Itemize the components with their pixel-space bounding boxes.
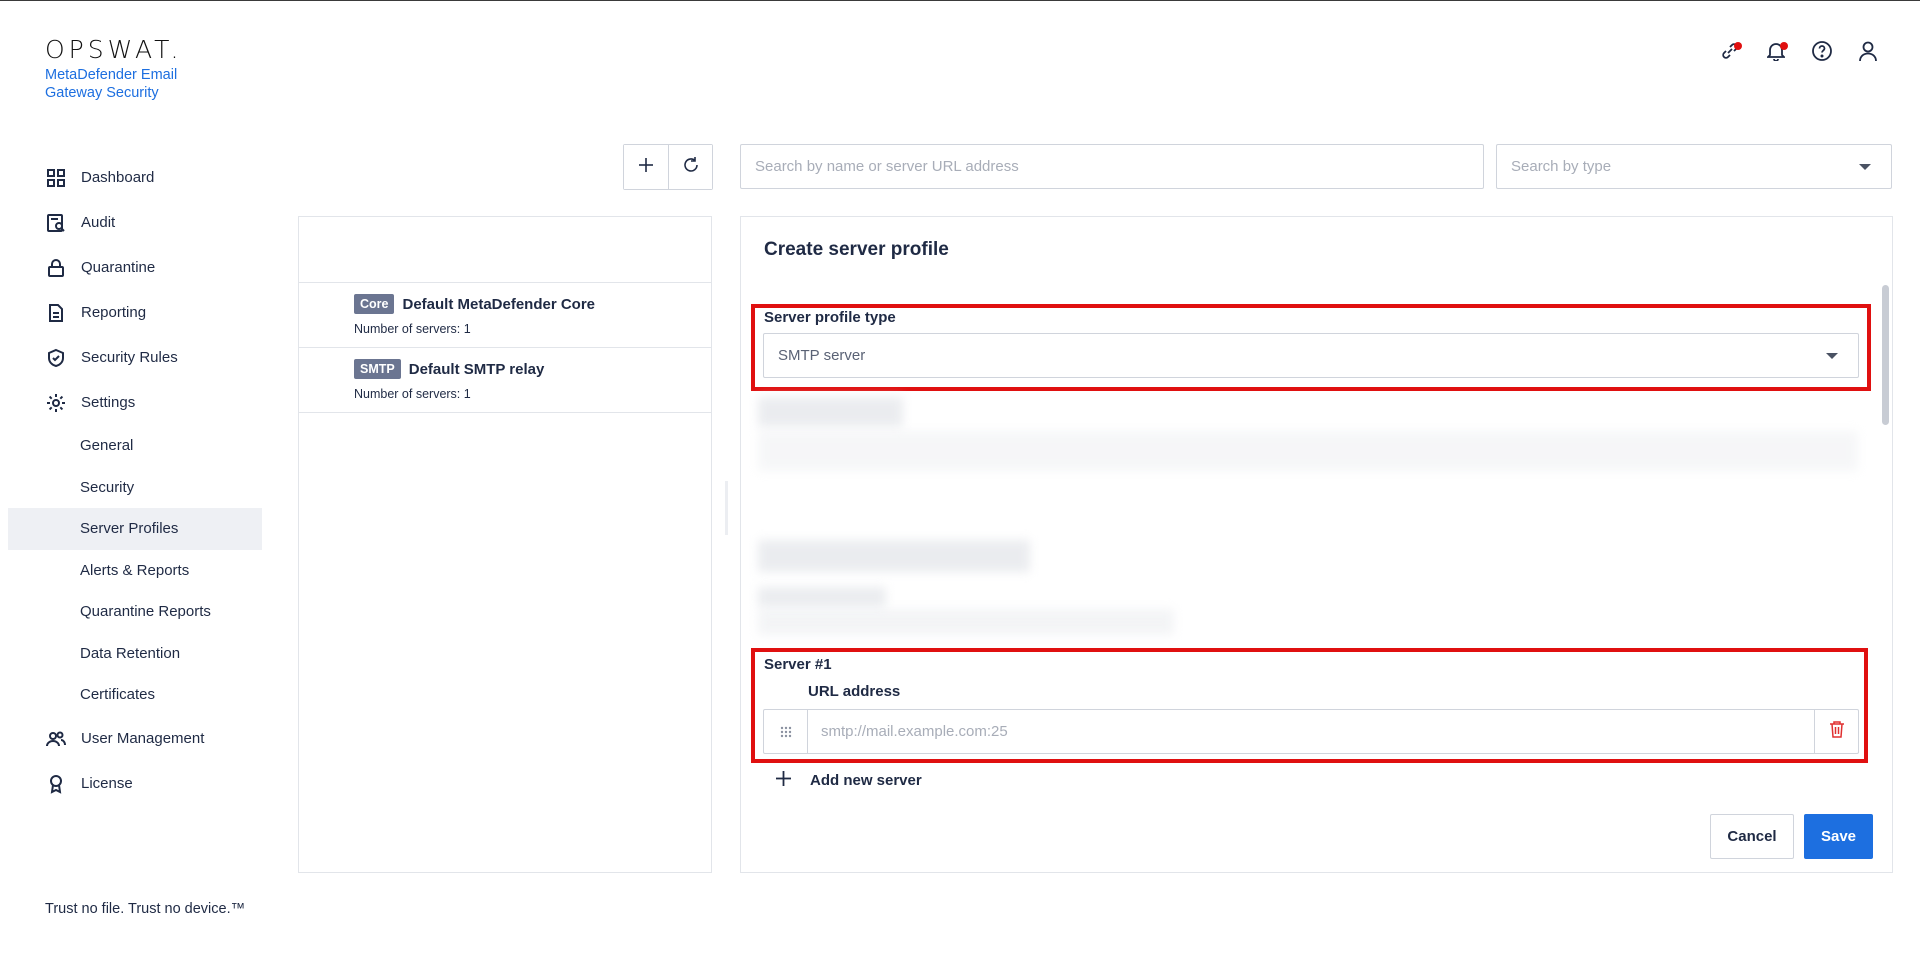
nav-item-settings[interactable]: Settings [8,380,262,425]
type-label: Server profile type [764,309,896,326]
save-button[interactable]: Save [1804,814,1873,859]
audit-icon [46,213,66,233]
nav-item-user-management[interactable]: User Management [8,716,262,761]
sidebar-item-general[interactable]: General [8,425,262,467]
blurred-field [758,609,1174,635]
nav-item-reporting[interactable]: Reporting [8,290,262,335]
notifications-button[interactable] [1764,41,1788,65]
help-button[interactable] [1810,40,1834,67]
sidebar-item-quarantine-reports[interactable]: Quarantine Reports [8,591,262,633]
chevron-down-icon [1859,164,1871,170]
shield-check-icon [46,348,66,368]
blurred-label [758,540,1030,572]
sidebar-item-data-retention[interactable]: Data Retention [8,633,262,675]
sidebar: OPSWAT. MetaDefender Email Gateway Secur… [0,1,270,956]
list-item[interactable]: Core Default MetaDefender Core Number of… [299,283,711,348]
type-badge: SMTP [354,359,401,379]
user-button[interactable] [1856,41,1880,65]
trash-icon [1829,720,1845,743]
url-input[interactable] [808,710,1814,753]
integrations-button[interactable] [1718,41,1742,65]
tagline: Trust no file. Trust no device.™ [45,901,246,917]
nav-item-audit[interactable]: Audit [8,200,262,245]
add-profile-button[interactable] [624,145,668,189]
sidebar-item-security[interactable]: Security [8,467,262,509]
plus-icon [637,156,655,179]
sidebar-item-certificates[interactable]: Certificates [8,674,262,716]
document-icon [46,303,66,323]
chevron-down-icon [1826,353,1838,359]
help-icon [1811,40,1833,67]
refresh-button[interactable] [668,145,712,189]
list-toolbar [623,144,713,190]
blurred-label [758,397,903,427]
profile-name: Default SMTP relay [408,360,545,378]
logo-wordmark: OPSWAT. [45,35,183,64]
user-icon [1858,40,1878,67]
drag-handle-icon[interactable] [764,710,808,753]
lock-icon [46,258,66,278]
search-input[interactable] [740,144,1484,189]
nav-item-label: Reporting [81,304,147,321]
nav-item-label: Settings [81,394,136,411]
url-label: URL address [808,683,901,700]
cancel-button[interactable]: Cancel [1710,814,1794,859]
logo[interactable]: OPSWAT. MetaDefender Email Gateway Secur… [45,35,205,102]
nav-item-security-rules[interactable]: Security Rules [8,335,262,380]
users-icon [46,729,66,749]
nav-item-label: Dashboard [81,169,155,186]
create-profile-form: Create server profile Server profile typ… [740,216,1893,873]
main-nav: Dashboard Audit Quarantine Reporting Sec… [8,155,262,806]
sidebar-item-server-profiles[interactable]: Server Profiles [8,508,262,550]
sidebar-item-alerts-reports[interactable]: Alerts & Reports [8,550,262,592]
blurred-field [758,431,1858,471]
server-heading: Server #1 [764,656,832,673]
scrollbar[interactable] [1882,285,1889,425]
gear-icon [46,393,66,413]
profile-type-select[interactable]: SMTP server [763,333,1859,378]
nav-item-label: Audit [81,214,116,231]
add-server-label: Add new server [810,772,922,789]
server-url-row [763,709,1859,754]
blurred-label [758,587,886,607]
delete-server-button[interactable] [1814,710,1858,753]
list-header [299,217,711,283]
type-filter-select[interactable]: Search by type [1496,144,1892,189]
profile-name: Default MetaDefender Core [402,295,596,313]
nav-item-license[interactable]: License [8,761,262,806]
profile-list: Core Default MetaDefender Core Number of… [298,216,712,873]
list-item[interactable]: SMTP Default SMTP relay Number of server… [299,348,711,413]
panel-resize-handle[interactable] [725,481,728,535]
dashboard-icon [46,168,66,188]
add-server-button[interactable]: Add new server [775,770,922,791]
server-count: Number of servers: 1 [354,322,471,336]
alert-dot [1780,42,1788,50]
nav-item-label: User Management [81,729,205,747]
profile-type-value: SMTP server [778,347,866,364]
alert-dot [1734,42,1742,50]
type-badge: Core [354,294,395,314]
type-filter-placeholder: Search by type [1511,158,1612,175]
header-actions [1718,40,1880,67]
nav-item-label: License [81,774,133,792]
nav-item-label: Quarantine [81,259,156,276]
nav-item-quarantine[interactable]: Quarantine [8,245,262,290]
form-title: Create server profile [764,239,949,260]
server-count: Number of servers: 1 [354,387,471,401]
nav-item-dashboard[interactable]: Dashboard [8,155,262,200]
badge-icon [46,774,66,794]
refresh-icon [682,156,700,179]
plus-icon [775,770,792,791]
nav-item-label: Security Rules [81,349,178,366]
product-name: MetaDefender Email Gateway Security [45,67,178,101]
